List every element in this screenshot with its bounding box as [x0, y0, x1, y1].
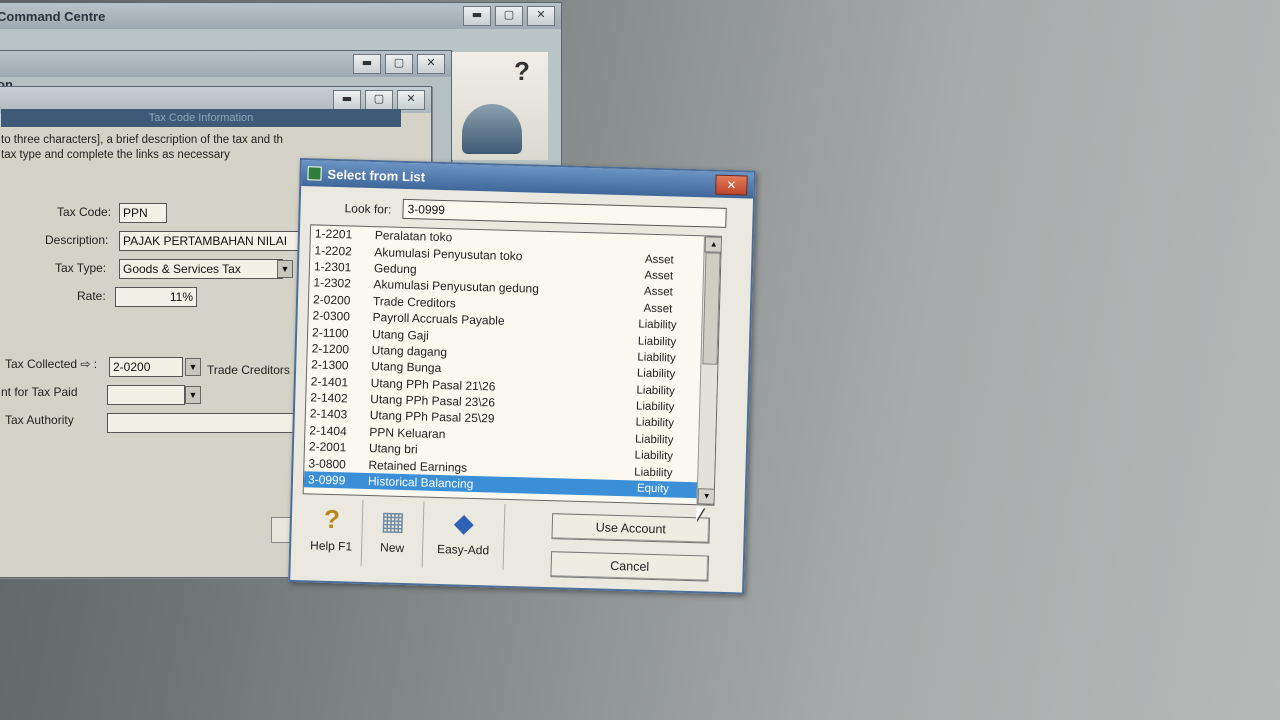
account-code: 1-2202	[314, 243, 352, 259]
account-type: Liability	[638, 318, 677, 332]
account-type: Asset	[643, 286, 673, 299]
account-type: Asset	[644, 269, 674, 283]
account-code: 2-1401	[310, 374, 349, 390]
cancel-button[interactable]: Cancel	[550, 551, 710, 582]
account-type: Liability	[635, 416, 675, 431]
account-code: 1-2201	[314, 226, 353, 242]
tax-code-banner: Tax Code Information	[1, 109, 401, 127]
account-type: Liability	[637, 335, 677, 349]
account-type: Asset	[644, 253, 674, 267]
tax-collected-input[interactable]: 2-0200	[109, 357, 183, 377]
minimize-button[interactable]: ▬	[353, 54, 381, 74]
maximize-button[interactable]: ▢	[365, 90, 393, 110]
instruction-line-2: tax type and complete the links as neces…	[1, 149, 230, 161]
scroll-up-icon[interactable]: ▲	[704, 236, 722, 253]
account-type: Equity	[636, 482, 670, 496]
tax-code-input[interactable]: PPN	[119, 203, 167, 223]
tax-code-label: Tax Code:	[57, 205, 112, 219]
easy-add-icon: ◆	[453, 506, 475, 538]
scroll-thumb[interactable]	[702, 252, 721, 365]
account-type: Liability	[637, 351, 676, 365]
question-mark-icon: ?	[514, 56, 530, 86]
tax-collected-label: Tax Collected ⇨ :	[5, 357, 98, 371]
close-button[interactable]: ✕	[715, 174, 748, 196]
account-type: Asset	[643, 302, 673, 316]
chevron-down-icon[interactable]: ▼	[185, 358, 201, 376]
app-icon	[307, 166, 322, 181]
tax-authority-input[interactable]	[107, 413, 315, 433]
tax-paid-label: nt for Tax Paid	[1, 385, 78, 399]
new-button[interactable]: ▦ New	[361, 499, 425, 568]
help-label: Help F1	[309, 538, 353, 554]
select-from-list-dialog: Select from List ✕ Look for: 3-0999 1-22…	[288, 158, 756, 595]
tax-type-label: Tax Type:	[55, 261, 107, 275]
tax-collected-account-name: Trade Creditors	[207, 363, 290, 377]
tax-type-select[interactable]: Goods & Services Tax	[119, 259, 283, 279]
description-input[interactable]: PAJAK PERTAMBAHAN NILAI	[119, 231, 313, 251]
scroll-down-icon[interactable]: ▼	[697, 488, 716, 505]
account-type	[615, 242, 705, 245]
account-code: 2-1402	[310, 390, 348, 406]
account-type: Liability	[636, 384, 675, 398]
account-code: 2-0300	[312, 308, 351, 324]
close-button[interactable]: ✕	[527, 6, 555, 26]
help-button[interactable]: ? Help F1	[300, 498, 364, 566]
easy-add-label: Easy-Add	[436, 541, 490, 558]
rate-input[interactable]: 11%	[115, 287, 197, 307]
look-for-label: Look for:	[344, 201, 392, 217]
account-code: 2-2001	[308, 439, 347, 455]
chevron-down-icon[interactable]: ▼	[277, 260, 293, 278]
description-label: Description:	[45, 233, 109, 247]
account-code: 3-0800	[308, 456, 347, 472]
secondary-titlebar: on ▬ ▢ ✕	[0, 51, 451, 92]
question-icon: ?	[323, 503, 341, 534]
account-code: 1-2302	[313, 275, 352, 291]
account-type: Liability	[635, 400, 675, 414]
close-button[interactable]: ✕	[397, 90, 425, 110]
account-code: 3-0999	[307, 472, 346, 488]
account-type: Liability	[634, 449, 674, 463]
account-type: Liability	[636, 367, 676, 381]
easy-add-button[interactable]: ◆ Easy-Add	[422, 501, 506, 570]
chevron-down-icon[interactable]: ▼	[185, 386, 201, 404]
person-icon	[462, 104, 522, 154]
account-rows: 1-2201 Peralatan toko 1-2202 Akumulasi Peny…	[303, 225, 721, 499]
dialog-toolbar: ? Help F1 ▦ New ◆ Easy-Add	[300, 498, 506, 570]
close-button[interactable]: ✕	[417, 54, 445, 74]
new-label: New	[379, 540, 405, 556]
minimize-button[interactable]: ▬	[333, 90, 361, 110]
help-illustration: ?	[452, 52, 548, 160]
account-code: 2-1403	[309, 406, 348, 422]
select-dialog-title: Select from List	[327, 166, 426, 184]
instruction-text: to three characters], a brief descriptio…	[1, 133, 321, 163]
account-code: 1-2301	[313, 259, 352, 275]
minimize-button[interactable]: ▬	[463, 6, 491, 26]
select-dialog-titlebar: Select from List ✕	[301, 160, 754, 199]
use-account-button[interactable]: Use Account	[551, 513, 711, 544]
account-type: Liability	[634, 466, 673, 480]
rate-label: Rate:	[77, 289, 106, 303]
tax-paid-input[interactable]	[107, 385, 185, 405]
command-centre-titlebar: Command Centre ▬ ▢ ✕	[0, 3, 561, 29]
account-code: 2-1404	[309, 423, 347, 439]
maximize-button[interactable]: ▢	[385, 54, 413, 74]
mouse-pointer-icon	[696, 507, 705, 522]
new-record-icon: ▦	[380, 504, 406, 536]
tax-authority-label: Tax Authority	[5, 413, 74, 427]
look-for-input[interactable]: 3-0999	[402, 198, 727, 228]
instruction-line-1: to three characters], a brief descriptio…	[1, 134, 283, 146]
maximize-button[interactable]: ▢	[495, 6, 523, 26]
account-code: 2-1100	[311, 324, 349, 340]
account-code: 2-1300	[311, 357, 349, 373]
account-code: 2-0200	[312, 292, 351, 308]
command-centre-title: Command Centre	[0, 8, 106, 24]
account-list[interactable]: 1-2201 Peralatan toko 1-2202 Akumulasi Peny…	[302, 224, 722, 506]
account-type: Liability	[634, 433, 674, 447]
account-code: 2-1200	[311, 341, 350, 357]
